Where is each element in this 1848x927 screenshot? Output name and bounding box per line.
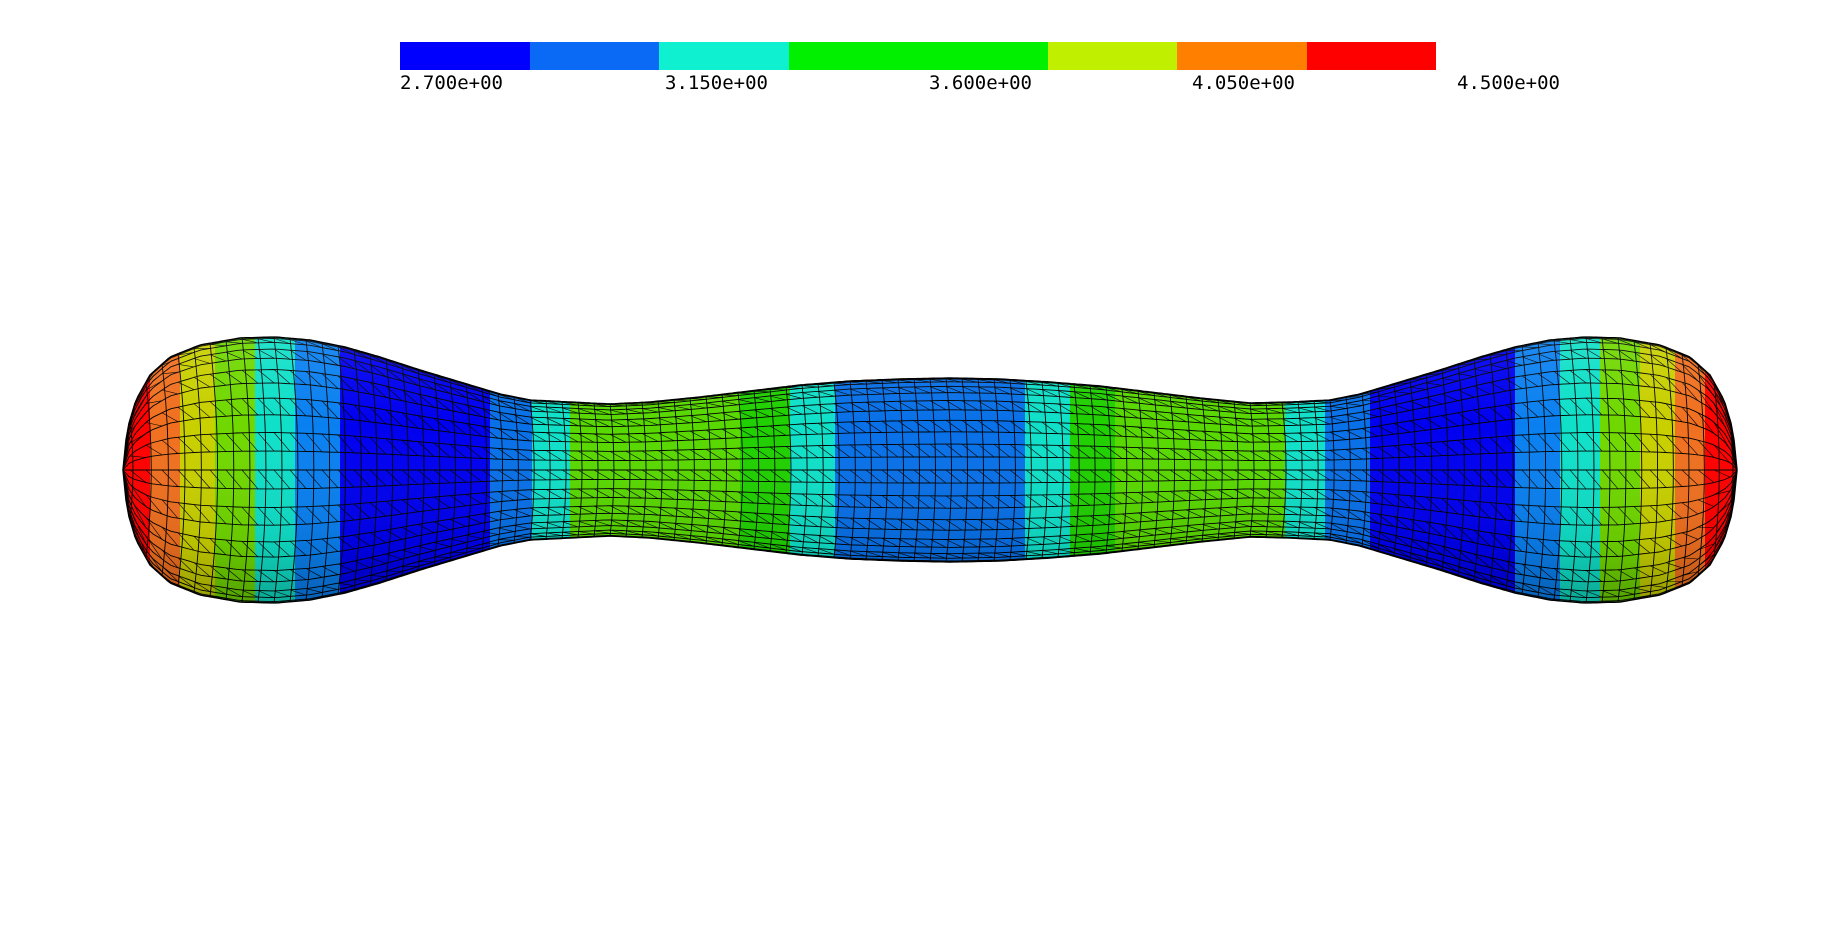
surface-mesh	[123, 337, 1737, 603]
surface-render	[122, 336, 1738, 604]
